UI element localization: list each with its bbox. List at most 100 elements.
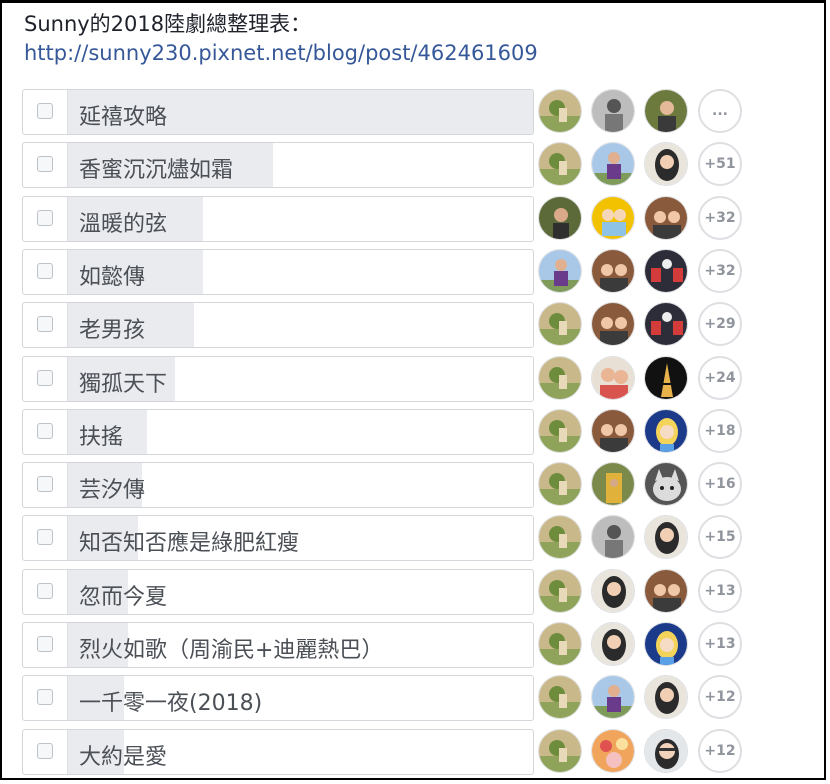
poll-option-row: 如懿傳 +32 <box>22 249 782 295</box>
poll-option[interactable]: 烈火如歌（周渝民+迪麗熱巴） <box>22 622 534 668</box>
poll-option-label: 大約是愛 <box>79 745 168 770</box>
landscape-avatar[interactable] <box>538 462 582 506</box>
woman-portrait-avatar[interactable] <box>644 675 688 719</box>
poll-option-label: 獨孤天下 <box>79 372 168 397</box>
vote-checkbox[interactable] <box>37 476 53 492</box>
family-avatar[interactable] <box>591 409 635 453</box>
purple-top-avatar[interactable] <box>591 675 635 719</box>
couple-avatar[interactable] <box>591 356 635 400</box>
poll-option-row: 大約是愛 +12 <box>22 729 782 775</box>
poll-option[interactable]: 大約是愛 <box>22 729 534 775</box>
post-title: Sunny的2018陸劇總整理表： <box>24 12 312 36</box>
gray-person-avatar[interactable] <box>591 515 635 559</box>
cake-avatar[interactable] <box>591 729 635 773</box>
poll-option-row: 香蜜沉沉燼如霜 +51 <box>22 142 782 188</box>
vote-checkbox[interactable] <box>37 210 53 226</box>
vote-checkbox[interactable] <box>37 423 53 439</box>
poll-option-label: 溫暖的弦 <box>79 212 168 237</box>
vote-checkbox[interactable] <box>37 103 53 119</box>
poll-option[interactable]: 香蜜沉沉燼如霜 <box>22 142 534 188</box>
landscape-avatar[interactable] <box>538 569 582 613</box>
more-voters-button[interactable]: ... <box>698 89 742 133</box>
woman-portrait-avatar[interactable] <box>644 515 688 559</box>
glasses-woman-avatar[interactable] <box>644 729 688 773</box>
gray-person-avatar[interactable] <box>591 89 635 133</box>
more-voters-button[interactable]: +15 <box>698 515 742 559</box>
poll-option[interactable]: 一千零一夜(2018) <box>22 675 534 721</box>
poll-option[interactable]: 知否知否應是綠肥紅瘦 <box>22 515 534 561</box>
portrait-avatar[interactable] <box>644 89 688 133</box>
family-avatar[interactable] <box>644 569 688 613</box>
poll-option-row: 芸汐傳 +16 <box>22 462 782 508</box>
vote-checkbox[interactable] <box>37 743 53 759</box>
vote-checkbox[interactable] <box>37 316 53 332</box>
more-voters-button[interactable]: +29 <box>698 302 742 346</box>
vote-checkbox[interactable] <box>37 583 53 599</box>
family-avatar[interactable] <box>591 249 635 293</box>
poll-option[interactable]: 老男孩 <box>22 302 534 348</box>
vote-checkbox[interactable] <box>37 263 53 279</box>
poll-option[interactable]: 溫暖的弦 <box>22 196 534 242</box>
poll-option-row: 忽而今夏 +13 <box>22 569 782 615</box>
poll-option-label: 烈火如歌（周渝民+迪麗熱巴） <box>79 638 384 663</box>
more-voters-button[interactable]: +18 <box>698 409 742 453</box>
woman-portrait-avatar[interactable] <box>591 622 635 666</box>
more-voters-button[interactable]: +12 <box>698 729 742 773</box>
cat-avatar[interactable] <box>644 462 688 506</box>
yellow-door-avatar[interactable] <box>591 462 635 506</box>
more-voters-button[interactable]: +32 <box>698 249 742 293</box>
poll-option[interactable]: 延禧攻略 <box>22 89 534 135</box>
more-voters-button[interactable]: +16 <box>698 462 742 506</box>
poll-option[interactable]: 如懿傳 <box>22 249 534 295</box>
poll-option[interactable]: 獨孤天下 <box>22 356 534 402</box>
poll-option-label: 香蜜沉沉燼如霜 <box>79 158 234 183</box>
poll-option-row: 獨孤天下 +24 <box>22 356 782 402</box>
landscape-avatar[interactable] <box>538 675 582 719</box>
poll-option-label: 如懿傳 <box>79 265 146 290</box>
cartoon-girl-avatar[interactable] <box>644 622 688 666</box>
landscape-avatar[interactable] <box>538 142 582 186</box>
landscape-avatar[interactable] <box>538 302 582 346</box>
more-voters-button[interactable]: +51 <box>698 142 742 186</box>
landscape-avatar[interactable] <box>538 356 582 400</box>
landscape-avatar[interactable] <box>538 89 582 133</box>
tunnel-avatar[interactable] <box>644 249 688 293</box>
poll-option-label: 一千零一夜(2018) <box>79 691 263 716</box>
landscape-avatar[interactable] <box>538 409 582 453</box>
vote-checkbox[interactable] <box>37 529 53 545</box>
woman-portrait-avatar[interactable] <box>644 142 688 186</box>
landscape-avatar[interactable] <box>538 622 582 666</box>
woman-outdoor-avatar[interactable] <box>538 196 582 240</box>
poll-option-label: 延禧攻略 <box>79 105 168 130</box>
family-avatar[interactable] <box>644 196 688 240</box>
landscape-avatar[interactable] <box>538 729 582 773</box>
eiffel-tower-avatar[interactable] <box>644 356 688 400</box>
landscape-avatar[interactable] <box>538 515 582 559</box>
woman-portrait-avatar[interactable] <box>591 569 635 613</box>
poll-option[interactable]: 芸汐傳 <box>22 462 534 508</box>
vote-checkbox[interactable] <box>37 370 53 386</box>
more-voters-button[interactable]: +13 <box>698 622 742 666</box>
more-voters-button[interactable]: +13 <box>698 569 742 613</box>
vote-checkbox[interactable] <box>37 636 53 652</box>
vote-checkbox[interactable] <box>37 689 53 705</box>
poll-option[interactable]: 扶搖 <box>22 409 534 455</box>
poll-option[interactable]: 忽而今夏 <box>22 569 534 615</box>
poll-option-label: 忽而今夏 <box>79 585 168 610</box>
tunnel-avatar[interactable] <box>644 302 688 346</box>
more-voters-button[interactable]: +32 <box>698 196 742 240</box>
purple-top-avatar[interactable] <box>538 249 582 293</box>
poll-option-row: 老男孩 +29 <box>22 302 782 348</box>
poll-option-row: 扶搖 +18 <box>22 409 782 455</box>
family-avatar[interactable] <box>591 302 635 346</box>
poll-option-label: 扶搖 <box>79 425 124 450</box>
vote-checkbox[interactable] <box>37 156 53 172</box>
cartoon-girl-avatar[interactable] <box>644 409 688 453</box>
more-voters-button[interactable]: +12 <box>698 675 742 719</box>
purple-top-avatar[interactable] <box>591 142 635 186</box>
poll-option-row: 一千零一夜(2018) +12 <box>22 675 782 721</box>
yellow-kids-avatar[interactable] <box>591 196 635 240</box>
more-voters-button[interactable]: +24 <box>698 356 742 400</box>
poll-option-label: 知否知否應是綠肥紅瘦 <box>79 531 300 556</box>
blog-link[interactable]: http://sunny230.pixnet.net/blog/post/462… <box>24 41 538 65</box>
